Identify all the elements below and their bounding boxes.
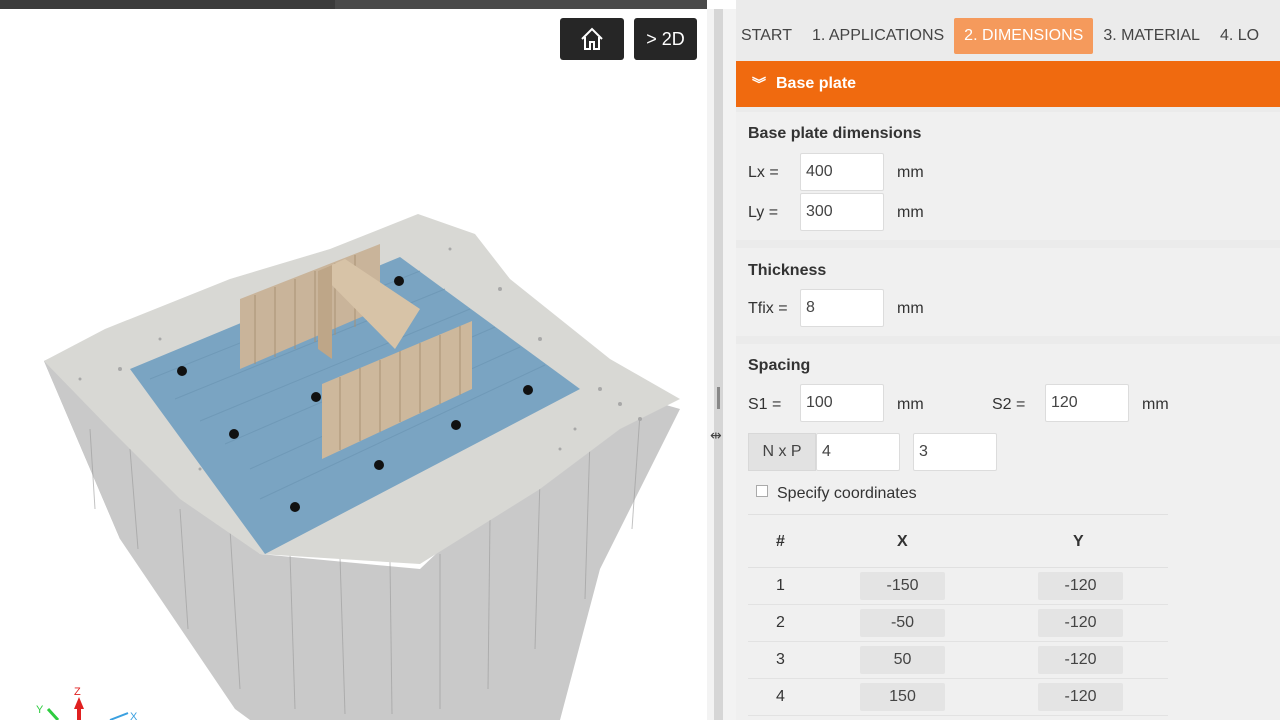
x-cell[interactable]: 150 [860,683,945,711]
panel-splitter[interactable]: ⇹ [707,9,736,720]
spacing-title: Spacing [748,357,811,374]
wizard-tabs: START 1. APPLICATIONS 2. DIMENSIONS 3. M… [736,0,1280,62]
lx-label: Lx = [748,164,779,181]
s2-unit: mm [1142,396,1169,413]
specify-coordinates-label[interactable]: Specify coordinates [777,485,917,503]
table-header: # X Y [748,514,1168,568]
header-y: Y [1073,533,1084,550]
y-cell[interactable]: -120 [1038,609,1123,637]
tab-applications[interactable]: 1. APPLICATIONS [802,18,954,54]
row-index: 3 [776,651,785,668]
resize-arrows-icon: ⇹ [710,427,722,443]
table-row: 3 50 -120 [748,642,1168,679]
home-button[interactable] [560,18,624,60]
axis-triad: Y Z X [36,686,138,720]
top-bar-right [335,0,707,9]
s1-input[interactable]: 100 [800,384,884,422]
thickness-card: Thickness Tfix = 8 mm [736,248,1280,336]
n-input[interactable]: 4 [816,433,900,471]
ly-label: Ly = [748,204,779,221]
nxp-label: N x P [748,433,816,471]
base-plate-section-header[interactable]: ︾ Base plate [736,61,1280,107]
specify-coordinates-checkbox[interactable] [756,485,768,497]
dimensions-title: Base plate dimensions [748,125,922,142]
home-icon [581,27,603,50]
axis-label-z: Z [74,686,81,698]
tab-start[interactable]: START [736,18,802,54]
spacing-card: Spacing S1 = 100 mm S2 = 120 mm N x P 4 … [736,344,1280,720]
tfix-label: Tfix = [748,300,788,317]
table-row: 2 -50 -120 [748,605,1168,642]
tfix-input[interactable]: 8 [800,289,884,327]
s1-unit: mm [897,396,924,413]
y-cell[interactable]: -120 [1038,572,1123,600]
view-2d-button[interactable]: > 2D [634,18,697,60]
table-row: 1 -150 -120 [748,568,1168,605]
row-index: 2 [776,614,785,631]
coordinates-table: # X Y 1 -150 -120 2 -50 -120 3 50 -120 4 [748,514,1168,716]
ly-unit: mm [897,204,924,221]
tfix-unit: mm [897,300,924,317]
p-input[interactable]: 3 [913,433,997,471]
splitter-bar[interactable] [714,9,723,720]
base-plate-dimensions-card: Base plate dimensions Lx = 400 mm Ly = 3… [736,112,1280,240]
y-cell[interactable]: -120 [1038,683,1123,711]
section-title: Base plate [776,75,857,92]
thickness-title: Thickness [748,262,827,279]
row-index: 4 [776,688,785,705]
row-index: 1 [776,577,785,594]
lx-input[interactable]: 400 [800,153,884,191]
chevron-double-down-icon: ︾ [752,76,766,92]
ly-input[interactable]: 300 [800,193,884,231]
s2-input[interactable]: 120 [1045,384,1129,422]
anchor-plate-3d-model[interactable]: Y Z X [0,9,707,720]
properties-panel: START 1. APPLICATIONS 2. DIMENSIONS 3. M… [736,0,1280,720]
table-row: 4 150 -120 [748,679,1168,716]
x-cell[interactable]: -50 [860,609,945,637]
splitter-grip[interactable] [717,387,720,409]
lx-unit: mm [897,164,924,181]
axis-label-x: X [130,711,138,720]
s1-label: S1 = [748,396,782,413]
tab-material[interactable]: 3. MATERIAL [1093,18,1210,54]
tab-dimensions[interactable]: 2. DIMENSIONS [954,18,1094,54]
3d-viewport[interactable]: Y Z X > 2D [0,9,707,720]
header-x: X [897,533,908,550]
x-cell[interactable]: -150 [860,572,945,600]
header-index: # [776,533,785,550]
axis-label-y: Y [36,704,44,716]
tab-loads[interactable]: 4. LO [1210,18,1269,54]
y-cell[interactable]: -120 [1038,646,1123,674]
s2-label: S2 = [992,396,1026,413]
x-cell[interactable]: 50 [860,646,945,674]
